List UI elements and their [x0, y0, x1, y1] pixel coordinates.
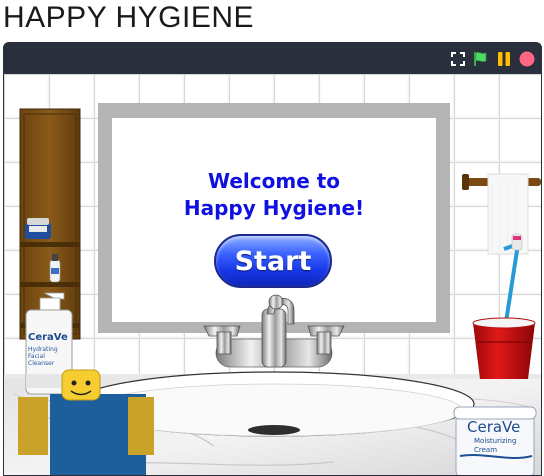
fullscreen-icon[interactable]: [450, 51, 466, 67]
stop-icon[interactable]: [519, 51, 535, 67]
welcome-heading: Welcome to Happy Hygiene!: [174, 168, 374, 222]
player-controls-bar: [4, 43, 541, 74]
cleanser-brand: CeraVe: [28, 332, 68, 343]
start-button-label: Start: [234, 245, 312, 277]
cream-line-1: Moisturizing: [474, 437, 517, 445]
pause-icon[interactable]: [496, 51, 512, 67]
game-stage[interactable]: Welcome to Happy Hygiene! Start CeraVe H…: [4, 74, 541, 475]
welcome-line-1: Welcome to: [207, 169, 341, 193]
page-title: HAPPY HYGIENE: [3, 1, 255, 34]
welcome-line-2: Happy Hygiene!: [183, 196, 365, 220]
game-player: Welcome to Happy Hygiene! Start CeraVe H…: [3, 42, 542, 476]
cream-line-2: Cream: [474, 446, 498, 454]
start-button[interactable]: Start: [214, 234, 332, 288]
cleanser-line-3: Cleanser: [28, 360, 55, 367]
cleanser-line-1: Hydrating: [28, 346, 58, 353]
green-flag-icon[interactable]: [472, 51, 488, 67]
cream-brand: CeraVe: [467, 418, 521, 436]
cleanser-line-2: Facial: [28, 353, 45, 360]
